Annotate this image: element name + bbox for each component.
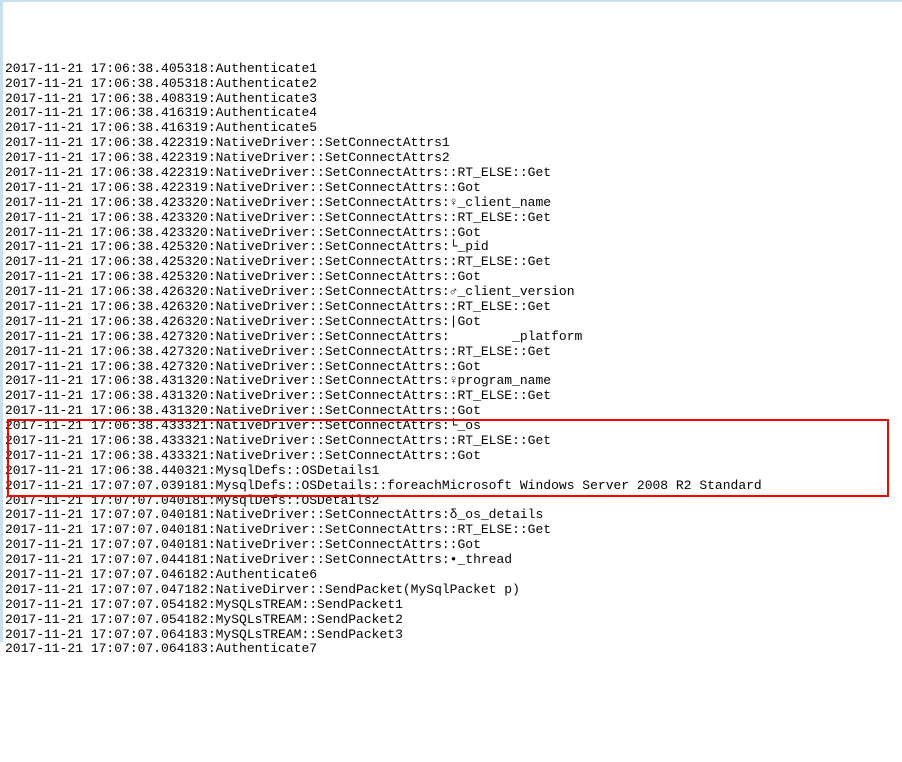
log-line: 2017-11-21 17:06:38.431320:NativeDriver:…	[5, 374, 902, 389]
log-line: 2017-11-21 17:07:07.047182:NativeDirver:…	[5, 583, 902, 598]
log-line: 2017-11-21 17:06:38.408319:Authenticate3	[5, 92, 902, 107]
log-line: 2017-11-21 17:06:38.425320:NativeDriver:…	[5, 255, 902, 270]
log-line: 2017-11-21 17:06:38.405318:Authenticate1	[5, 62, 902, 77]
log-line: 2017-11-21 17:06:38.422319:NativeDriver:…	[5, 151, 902, 166]
log-line: 2017-11-21 17:06:38.422319:NativeDriver:…	[5, 136, 902, 151]
log-line: 2017-11-21 17:07:07.054182:MySQLsTREAM::…	[5, 598, 902, 613]
log-line: 2017-11-21 17:06:38.425320:NativeDriver:…	[5, 270, 902, 285]
log-line: 2017-11-21 17:07:07.064183:MySQLsTREAM::…	[5, 628, 902, 643]
log-line: 2017-11-21 17:06:38.433321:NativeDriver:…	[5, 434, 902, 449]
log-line: 2017-11-21 17:06:38.426320:NativeDriver:…	[5, 315, 902, 330]
log-line: 2017-11-21 17:07:07.046182:Authenticate6	[5, 568, 902, 583]
log-line: 2017-11-21 17:06:38.427320:NativeDriver:…	[5, 360, 902, 375]
log-line: 2017-11-21 17:07:07.040181:NativeDriver:…	[5, 508, 902, 523]
log-line: 2017-11-21 17:06:38.427320:NativeDriver:…	[5, 330, 902, 345]
log-line: 2017-11-21 17:06:38.423320:NativeDriver:…	[5, 211, 902, 226]
log-line: 2017-11-21 17:06:38.431320:NativeDriver:…	[5, 389, 902, 404]
log-viewer[interactable]: 2017-11-21 17:06:38.405318:Authenticate1…	[5, 62, 902, 658]
log-line: 2017-11-21 17:07:07.040181:NativeDriver:…	[5, 538, 902, 553]
log-line: 2017-11-21 17:06:38.423320:NativeDriver:…	[5, 196, 902, 211]
log-line: 2017-11-21 17:07:07.039181:MysqlDefs::OS…	[5, 479, 902, 494]
log-line: 2017-11-21 17:07:07.054182:MySQLsTREAM::…	[5, 613, 902, 628]
log-line: 2017-11-21 17:07:07.064183:Authenticate7	[5, 642, 902, 657]
log-line: 2017-11-21 17:06:38.422319:NativeDriver:…	[5, 181, 902, 196]
log-line: 2017-11-21 17:06:38.431320:NativeDriver:…	[5, 404, 902, 419]
log-line: 2017-11-21 17:06:38.426320:NativeDriver:…	[5, 285, 902, 300]
log-line: 2017-11-21 17:07:07.040181:MysqlDefs::OS…	[5, 494, 902, 509]
log-line: 2017-11-21 17:07:07.040181:NativeDriver:…	[5, 523, 902, 538]
log-line: 2017-11-21 17:06:38.423320:NativeDriver:…	[5, 226, 902, 241]
log-line: 2017-11-21 17:06:38.440321:MysqlDefs::OS…	[5, 464, 902, 479]
log-line: 2017-11-21 17:06:38.416319:Authenticate4	[5, 106, 902, 121]
log-line: 2017-11-21 17:06:38.425320:NativeDriver:…	[5, 240, 902, 255]
log-line: 2017-11-21 17:07:07.044181:NativeDriver:…	[5, 553, 902, 568]
log-line: 2017-11-21 17:06:38.405318:Authenticate2	[5, 77, 902, 92]
log-line: 2017-11-21 17:06:38.426320:NativeDriver:…	[5, 300, 902, 315]
log-line: 2017-11-21 17:06:38.427320:NativeDriver:…	[5, 345, 902, 360]
log-line: 2017-11-21 17:06:38.433321:NativeDriver:…	[5, 449, 902, 464]
log-line: 2017-11-21 17:06:38.416319:Authenticate5	[5, 121, 902, 136]
log-line: 2017-11-21 17:06:38.433321:NativeDriver:…	[5, 419, 902, 434]
log-line: 2017-11-21 17:06:38.422319:NativeDriver:…	[5, 166, 902, 181]
